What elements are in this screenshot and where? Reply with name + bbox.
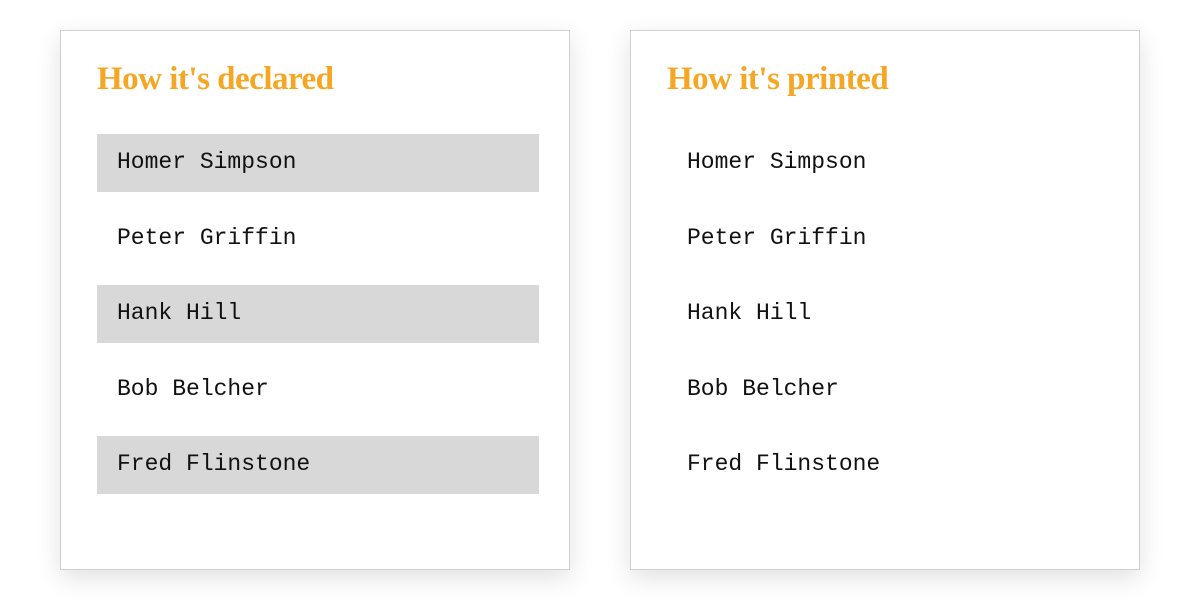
list-item: Peter Griffin [667, 210, 1109, 268]
list-item: Fred Flinstone [97, 436, 539, 494]
printed-title: How it's printed [667, 61, 1109, 98]
declared-list: Homer Simpson Peter Griffin Hank Hill Bo… [97, 134, 539, 494]
list-item: Homer Simpson [97, 134, 539, 192]
list-item: Fred Flinstone [667, 436, 1109, 494]
printed-card: How it's printed Homer Simpson Peter Gri… [630, 30, 1140, 570]
list-item: Homer Simpson [667, 134, 1109, 192]
list-item: Hank Hill [97, 285, 539, 343]
list-item: Peter Griffin [97, 210, 539, 268]
list-item: Hank Hill [667, 285, 1109, 343]
printed-list: Homer Simpson Peter Griffin Hank Hill Bo… [667, 134, 1109, 494]
declared-card: How it's declared Homer Simpson Peter Gr… [60, 30, 570, 570]
declared-title: How it's declared [97, 61, 539, 98]
list-item: Bob Belcher [97, 361, 539, 419]
list-item: Bob Belcher [667, 361, 1109, 419]
